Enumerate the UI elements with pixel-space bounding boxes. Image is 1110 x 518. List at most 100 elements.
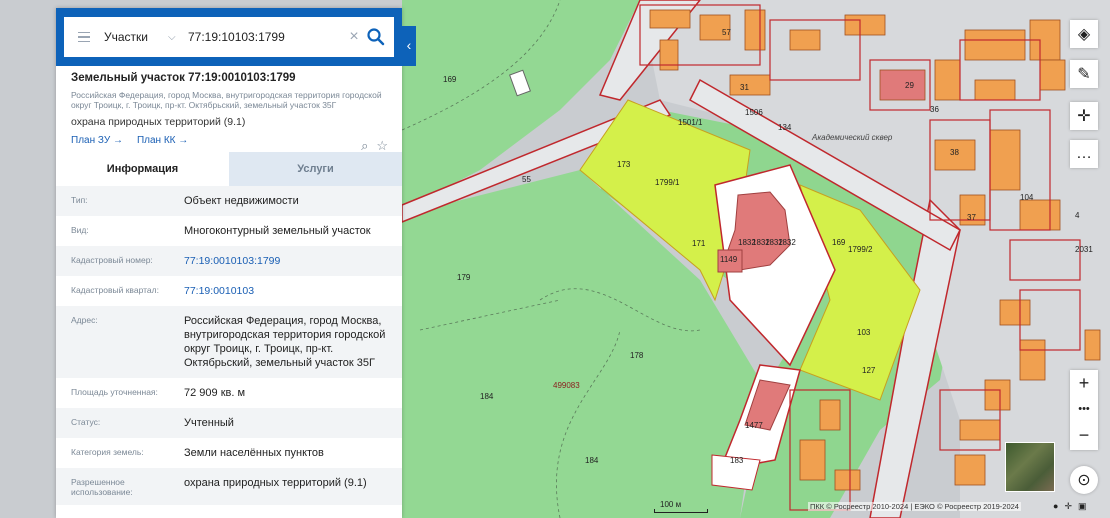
scale-label: 100 м [660,500,682,509]
collapse-panel-button[interactable]: ‹ [402,26,416,66]
plan-kk-link[interactable]: План КК → [137,135,188,146]
zoom-more-button[interactable]: ••• [1070,396,1098,422]
layers-button[interactable]: ◈ [1070,20,1098,48]
parcel-title: Земельный участок 77:19:0010103:1799 [71,72,296,84]
plus-icon: + [1078,372,1090,393]
label-1149: 1149 [720,255,738,264]
zoom-in-button[interactable]: + [1070,370,1098,396]
print-icon[interactable]: ▣ [1078,501,1087,512]
layers-icon: ◈ [1077,26,1091,43]
cadastral-quarter-link[interactable]: 77:19:0010103 [184,284,402,298]
label-31: 31 [740,83,749,92]
label-178: 178 [630,351,644,360]
search-category-select[interactable]: Участки [104,30,168,44]
property-row: Разрешенное использование: охрана природ… [56,468,402,505]
search-input[interactable]: 77:19:10103:1799 [188,30,344,44]
chevron-down-icon[interactable]: ⌵ [168,32,182,43]
pin-icon[interactable]: ● [1053,501,1058,512]
property-label: Тип: [71,195,88,205]
property-label: Адрес: [71,315,98,325]
label-183: 183 [730,456,744,465]
property-row: Тип: Объект недвижимости [56,186,402,216]
properties-list: Тип: Объект недвижимости Вид: Многоконту… [56,186,402,505]
minus-icon: − [1078,424,1090,445]
property-value: Многоконтурный земельный участок [184,225,371,237]
property-label: Площадь уточненная: [71,387,158,397]
locate-button[interactable]: ✛ [1070,102,1098,130]
scale-bar [654,509,708,513]
parcel-address: Российская Федерация, город Москва, внут… [71,90,382,110]
label-57: 57 [722,28,731,37]
label-4: 4 [1075,211,1080,220]
property-label: Кадастровый номер: [71,255,153,265]
copyright-text: ПКК © Росреестр 2010-2024 | ЕЭКО © Росре… [808,502,1021,511]
plan-zu-link[interactable]: План ЗУ → [71,135,123,146]
property-row: Площадь уточненная: 72 909 кв. м [56,378,402,408]
property-label: Категория земель: [71,447,144,457]
plan-links: План ЗУ → План КК → [71,135,387,146]
property-label: Разрешенное использование: [71,477,133,497]
property-value: Земли населённых пунктов [184,447,324,459]
bottom-icons: ● ✛ ▣ [1053,501,1087,512]
property-label: Статус: [71,417,101,427]
ruler-icon: ✎ [1077,66,1091,83]
more-button[interactable]: … [1070,140,1098,168]
label-104: 104 [1020,193,1034,202]
measure-button[interactable]: ✎ [1070,60,1098,88]
label-38: 38 [950,148,959,157]
star-icon[interactable]: ☆ [376,138,388,154]
search-document-icon[interactable]: ⌕ [361,138,368,154]
tab-services[interactable]: Услуги [229,152,402,186]
property-value: охрана природных территорий (9.1) [184,477,367,489]
tab-information[interactable]: Информация [56,152,229,186]
property-label: Кадастровый квартал: [71,285,159,295]
label-29: 29 [905,81,914,90]
label-171: 171 [692,239,706,248]
label-37: 37 [967,213,976,222]
property-row: Кадастровый квартал: 77:19:0010103 [56,276,402,306]
label-36: 36 [930,105,939,114]
label-1506: 1506 [745,108,763,117]
label-169: 169 [443,75,457,84]
minimap-thumbnail[interactable] [1005,442,1055,492]
property-label: Вид: [71,225,89,235]
label-184: 184 [585,456,599,465]
menu-button[interactable] [64,17,104,57]
parcel-use: охрана природных территорий (9.1) [71,116,246,128]
label-184: 184 [480,392,494,401]
zoom-out-button[interactable]: − [1070,422,1098,448]
property-row: Адрес: Российская Федерация, город Москв… [56,306,402,378]
label-1799-2: 1799/2 [848,245,873,254]
label-179: 179 [457,273,471,282]
chevron-left-icon: ‹ [406,37,412,53]
label-499083: 499083 [553,381,580,390]
zoom-control: + ••• − [1070,370,1098,450]
search-icon[interactable] [364,25,388,49]
property-value: Учтенный [184,417,234,429]
label-1477: 1477 [745,421,763,430]
label-169b: 169 [832,238,846,247]
label-1799-1: 1799/1 [655,178,680,187]
property-row: Статус: Учтенный [56,408,402,438]
label-55: 55 [522,175,531,184]
property-row: Кадастровый номер: 77:19:0010103:1799 [56,246,402,276]
compass-button[interactable]: ⊙ [1070,466,1098,494]
label-1501: 1501/1 [678,118,703,127]
clear-icon[interactable]: × [344,28,364,46]
label-134: 134 [778,123,792,132]
label-173: 173 [617,160,631,169]
more-icon: … [1076,145,1092,162]
parcel-header: Земельный участок 77:19:0010103:1799 Рос… [56,66,402,154]
cadastral-number-link[interactable]: 77:19:0010103:1799 [184,254,402,268]
label-1832: 1832 [778,238,796,247]
street-label: Академический сквер [811,133,893,142]
crosshair-small-icon[interactable]: ✛ [1064,501,1072,512]
property-value: 72 909 кв. м [184,387,246,399]
property-row: Вид: Многоконтурный земельный участок [56,216,402,246]
tabs: Информация Услуги [56,152,402,186]
search-bar: Участки ⌵ 77:19:10103:1799 × [56,8,402,66]
property-value: Объект недвижимости [184,195,299,207]
dots-icon: ••• [1078,403,1090,415]
property-row: Категория земель: Земли населённых пункт… [56,438,402,468]
header-actions: ⌕ ☆ [361,138,388,154]
